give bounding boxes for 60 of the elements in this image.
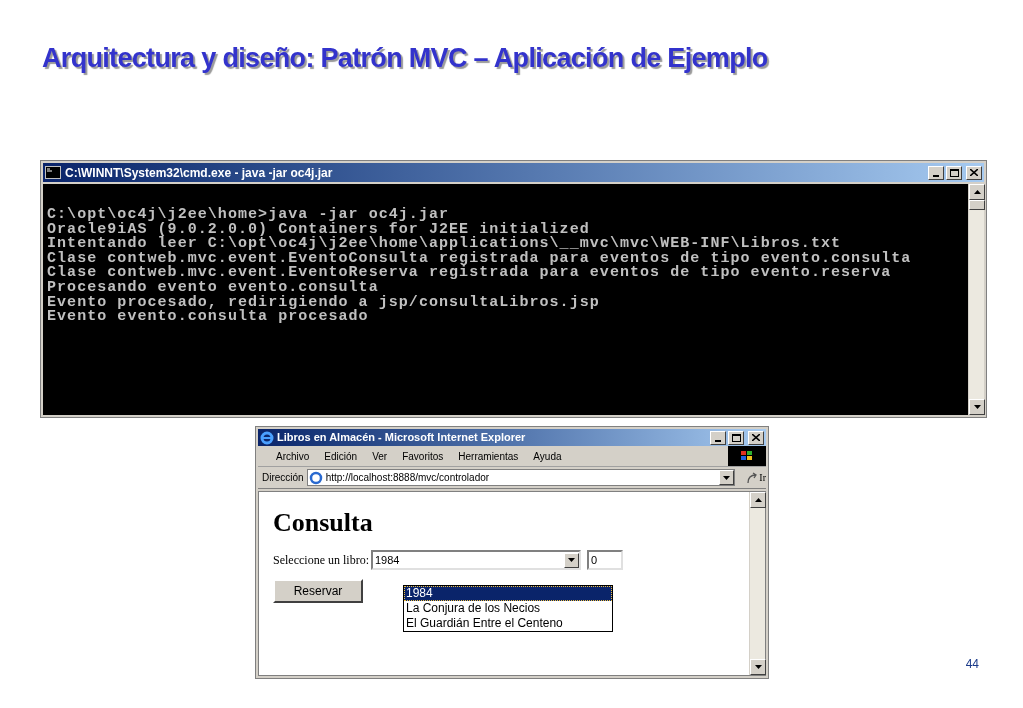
dropdown-button[interactable] bbox=[719, 470, 735, 485]
go-arrow-icon bbox=[746, 471, 759, 484]
console-line: Intentando leer C:\opt\oc4j\j2ee\home\applications\__mvc\mvc\WEB-INF\Libros.txt bbox=[47, 237, 842, 252]
menu-item[interactable]: Herramientas bbox=[458, 448, 519, 464]
quantity-field[interactable]: 0 bbox=[587, 550, 623, 570]
slide-title: Arquitectura y diseño: Patrón MVC – Aplicación de Ejemplo bbox=[42, 42, 769, 74]
menu-item[interactable]: Favoritos bbox=[402, 448, 444, 464]
menu-item[interactable]: Ver bbox=[372, 448, 388, 464]
maximize-button[interactable] bbox=[728, 430, 744, 445]
scroll-down-button[interactable] bbox=[750, 659, 766, 675]
page-number: 44 bbox=[965, 657, 979, 671]
scroll-thumb[interactable] bbox=[969, 200, 985, 210]
maximize-button[interactable] bbox=[946, 165, 962, 180]
dropdown-button[interactable] bbox=[564, 552, 579, 568]
caret-icon bbox=[723, 475, 731, 480]
address-label: Dirección bbox=[262, 471, 304, 485]
scroll-down-button[interactable] bbox=[969, 399, 985, 415]
windows-flag-icon bbox=[741, 451, 753, 461]
address-field[interactable]: http://localhost:8888/mvc/controlador bbox=[306, 469, 736, 486]
minimize-button[interactable] bbox=[928, 165, 944, 180]
select-label: Seleccione un libro: bbox=[273, 552, 369, 569]
dropdown-option[interactable]: El Guardián Entre el Centeno bbox=[404, 616, 612, 631]
window-title: C:\WINNT\System32\cmd.exe - java -jar oc4j.jar bbox=[65, 164, 334, 182]
console-icon bbox=[45, 166, 61, 179]
down-arrow-icon bbox=[973, 405, 981, 409]
go-button[interactable]: Ir bbox=[746, 470, 766, 485]
console-line: C:\opt\oc4j\j2ee\home>java -jar oc4j.jar bbox=[47, 208, 451, 223]
up-arrow-icon bbox=[754, 498, 762, 502]
scrollbar[interactable] bbox=[749, 492, 765, 675]
dropdown-option[interactable]: La Conjura de los Necios bbox=[404, 601, 612, 616]
page-icon bbox=[308, 470, 323, 485]
menu-item[interactable]: Archivo bbox=[276, 448, 310, 464]
console-line: Evento evento.consulta procesado bbox=[47, 310, 370, 325]
address-text: http://localhost:8888/mvc/controlador bbox=[325, 471, 491, 485]
scroll-up-button[interactable] bbox=[969, 184, 985, 200]
book-select[interactable]: 1984 bbox=[371, 550, 581, 570]
menu-item[interactable]: Edición bbox=[324, 448, 358, 464]
menu-item[interactable]: Ayuda bbox=[533, 448, 562, 464]
minimize-icon bbox=[933, 174, 939, 177]
scroll-up-button[interactable] bbox=[750, 492, 766, 508]
reserve-button[interactable]: Reservar bbox=[273, 579, 363, 603]
dropdown-option[interactable]: 1984 bbox=[404, 586, 612, 601]
console-line: Procesando evento evento.consulta bbox=[47, 280, 379, 296]
scrollbar[interactable] bbox=[968, 184, 984, 415]
page-heading: Consulta bbox=[273, 508, 374, 538]
select-value: 1984 bbox=[375, 552, 401, 568]
maximize-icon bbox=[949, 168, 959, 177]
console-line: Clase contweb.mvc.event.EventoReserva registrada para eventos de tipo evento.reserva bbox=[47, 266, 893, 281]
minimize-icon bbox=[715, 439, 721, 442]
minimize-button[interactable] bbox=[710, 430, 726, 445]
maximize-icon bbox=[731, 433, 741, 442]
close-button[interactable] bbox=[966, 165, 982, 180]
close-icon bbox=[752, 434, 760, 441]
caret-icon bbox=[568, 558, 575, 562]
up-arrow-icon bbox=[973, 190, 981, 194]
browser-icon bbox=[260, 430, 274, 445]
down-arrow-icon bbox=[754, 665, 762, 669]
close-button[interactable] bbox=[748, 430, 764, 445]
window-title: Libros en Almacén - Microsoft Internet Explorer bbox=[277, 430, 527, 446]
close-icon bbox=[970, 169, 978, 176]
